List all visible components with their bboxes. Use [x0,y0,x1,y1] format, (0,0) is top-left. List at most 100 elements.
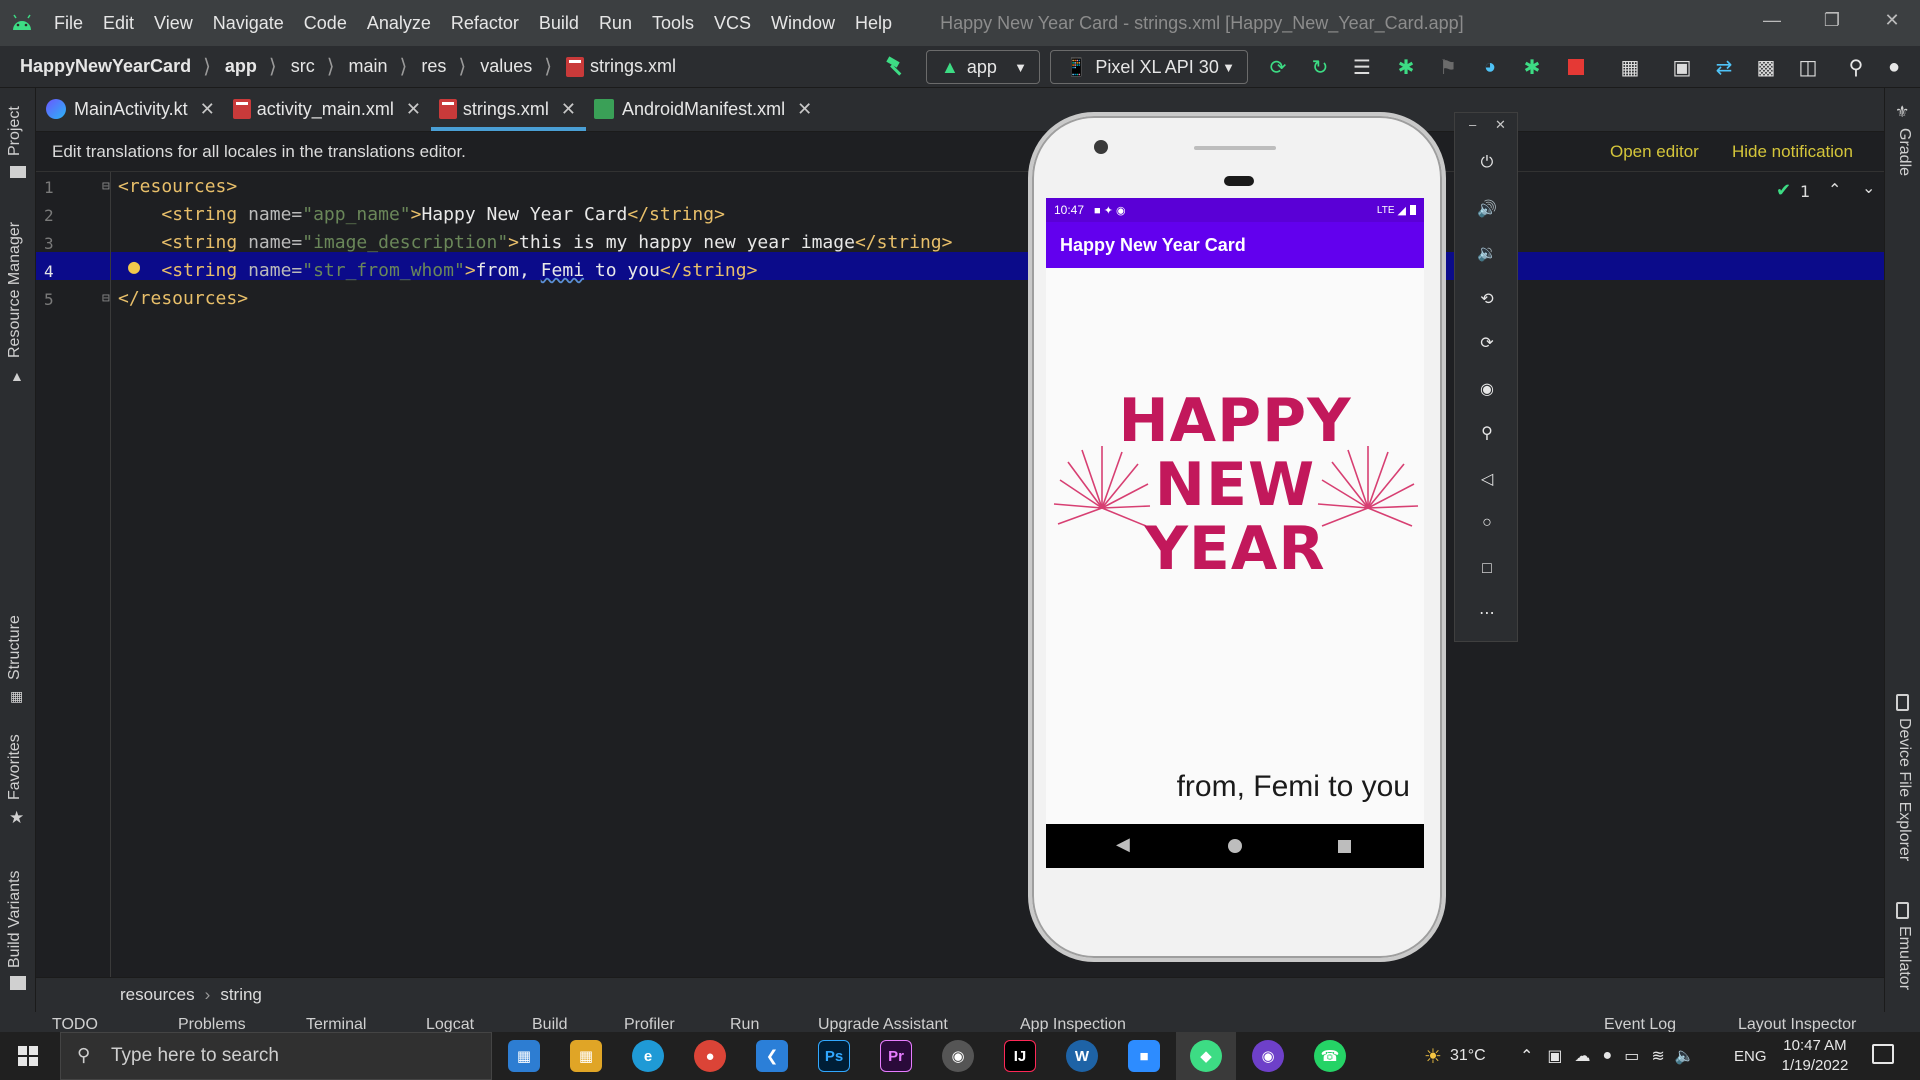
attach-debugger-icon[interactable]: ⚑ [1434,52,1462,82]
file-explorer-icon[interactable]: ▦ [570,1040,602,1072]
word-icon[interactable]: W [1066,1040,1098,1072]
menu-code[interactable]: Code [294,13,357,34]
recents-nav-icon[interactable] [1338,840,1351,853]
sync-gradle-icon[interactable]: ⇄ [1710,52,1738,82]
weather-widget[interactable]: ☀ 31°C [1424,1032,1486,1080]
terminal-window-icon[interactable]: ▣ [1668,52,1696,82]
panel-minimize-icon[interactable]: – [1469,117,1476,132]
menu-tools[interactable]: Tools [642,13,704,34]
hide-notification-link[interactable]: Hide notification [1732,142,1853,162]
close-tab-icon[interactable]: ✕ [797,99,812,120]
tool-logcat[interactable]: Logcat [426,1016,474,1032]
tool-app-inspection[interactable]: App Inspection [1020,1016,1126,1032]
tool-event-log[interactable]: Event Log [1604,1016,1676,1032]
whatsapp-icon[interactable]: ☎ [1314,1040,1346,1072]
tool-build[interactable]: Build [532,1016,568,1032]
tool-resource-manager[interactable]: Resource Manager [6,222,24,358]
rotate-left-icon[interactable]: ⟲ [1471,283,1503,315]
apply-changes-icon[interactable]: ↻ [1306,52,1334,82]
tool-run[interactable]: Run [730,1016,759,1032]
tool-build-variants[interactable]: Build Variants [6,870,24,968]
fold-marker-icon[interactable]: ⊟ [102,179,110,194]
menu-navigate[interactable]: Navigate [203,13,294,34]
menu-build[interactable]: Build [529,13,589,34]
screenshot-camera-icon[interactable]: ◉ [1471,373,1503,405]
close-window-icon[interactable]: ✕ [1864,0,1920,40]
media-player-icon[interactable]: ◉ [942,1040,974,1072]
taskbar-search-box[interactable]: ⚲ Type here to search [60,1032,492,1080]
tab-strings-xml[interactable]: strings.xml ✕ [430,87,587,131]
search-icon[interactable]: ⚲ [1842,52,1870,82]
back-nav-icon[interactable]: ◀ [1116,834,1130,855]
code-editor[interactable]: 1 2 3 4 5 ⊟ ⊟ ● <resources> <string name… [36,172,1884,977]
panel-close-icon[interactable]: ✕ [1495,117,1506,133]
tool-upgrade-assistant[interactable]: Upgrade Assistant [818,1016,948,1032]
zoom-app-icon[interactable]: ■ [1128,1040,1160,1072]
apply-code-changes-icon[interactable]: ☰ [1348,52,1376,82]
breadcrumb-resources[interactable]: resources [120,985,195,1005]
profile-icon[interactable]: ◕ [1476,52,1504,82]
breadcrumb-app[interactable]: app [211,56,257,77]
home-nav-icon[interactable] [1228,839,1242,853]
tab-mainactivity-kt[interactable]: MainActivity.kt ✕ [36,87,225,131]
notifications-icon[interactable] [1872,1044,1894,1064]
breadcrumb-src[interactable]: src [277,56,315,77]
menu-run[interactable]: Run [589,13,642,34]
tool-emulator[interactable]: Emulator [1895,926,1913,990]
breadcrumb-string[interactable]: string [220,985,262,1005]
close-tab-icon[interactable]: ✕ [200,99,215,120]
photoshop-icon[interactable]: Ps [818,1040,850,1072]
breadcrumb-project[interactable]: HappyNewYearCard [0,56,191,77]
github-desktop-icon[interactable]: ◉ [1252,1040,1284,1072]
open-editor-link[interactable]: Open editor [1610,142,1699,162]
tool-favorites[interactable]: Favorites [6,734,24,800]
tool-todo[interactable]: TODO [52,1016,98,1032]
intellij-icon[interactable]: IJ [1004,1040,1036,1072]
fold-marker-icon[interactable]: ⊟ [102,291,110,306]
rotate-right-icon[interactable]: ⟳ [1471,327,1503,359]
breadcrumb-res[interactable]: res [407,56,446,77]
breadcrumb-strings-xml[interactable]: strings.xml [552,56,676,77]
close-tab-icon[interactable]: ✕ [561,99,576,120]
menu-edit[interactable]: Edit [93,13,144,34]
tray-icons[interactable]: ⌃ ▣ ☁ ● ▭ ≋ 🔈 [1520,1032,1695,1080]
menu-vcs[interactable]: VCS [704,13,761,34]
menu-file[interactable]: File [44,13,93,34]
tool-gradle[interactable]: Gradle [1895,128,1913,176]
back-icon[interactable]: ◁ [1471,463,1503,495]
breadcrumb-values[interactable]: values [466,56,532,77]
overview-icon[interactable]: □ [1471,553,1503,585]
sdk-manager-icon[interactable]: ◫ [1794,52,1822,82]
tool-profiler[interactable]: Profiler [624,1016,675,1032]
clock[interactable]: 10:47 AM 1/19/2022 [1772,1036,1858,1076]
rerun-icon[interactable]: ⟳ [1264,52,1292,82]
tool-device-file-explorer[interactable]: Device File Explorer [1895,718,1913,861]
menu-view[interactable]: View [144,13,203,34]
more-options-icon[interactable]: ⋯ [1471,597,1503,629]
microsoft-store-icon[interactable]: ▦ [508,1040,540,1072]
menu-analyze[interactable]: Analyze [357,13,441,34]
chevron-up-icon[interactable]: ⌃ [1828,180,1841,199]
close-tab-icon[interactable]: ✕ [406,99,421,120]
attach-debugger-process-icon[interactable]: ✱ [1518,52,1546,82]
run-configuration-dropdown[interactable]: ▲ app ▼ [926,50,1040,84]
device-manager-icon[interactable]: ▩ [1752,52,1780,82]
tool-project[interactable]: Project [6,106,24,156]
tool-problems[interactable]: Problems [178,1016,246,1032]
premiere-pro-icon[interactable]: Pr [880,1040,912,1072]
tab-androidmanifest-xml[interactable]: AndroidManifest.xml ✕ [586,87,822,131]
stop-icon[interactable] [1562,52,1590,82]
project-structure-icon[interactable]: ▦ [1616,52,1644,82]
tab-activity-main-xml[interactable]: activity_main.xml ✕ [225,87,431,131]
volume-up-icon[interactable]: 🔊 [1471,193,1503,225]
menu-help[interactable]: Help [845,13,902,34]
menu-window[interactable]: Window [761,13,845,34]
chrome-browser-icon[interactable]: ● [694,1040,726,1072]
android-studio-taskbar-icon[interactable]: ◆ [1190,1040,1222,1072]
volume-down-icon[interactable]: 🔉 [1471,237,1503,269]
menu-refactor[interactable]: Refactor [441,13,529,34]
chevron-down-icon[interactable]: ⌄ [1862,178,1875,197]
device-dropdown[interactable]: 📱 Pixel XL API 30 ▼ [1050,50,1248,84]
edge-browser-icon[interactable]: e [632,1040,664,1072]
inspection-check-icon[interactable]: ✔ [1776,180,1791,201]
